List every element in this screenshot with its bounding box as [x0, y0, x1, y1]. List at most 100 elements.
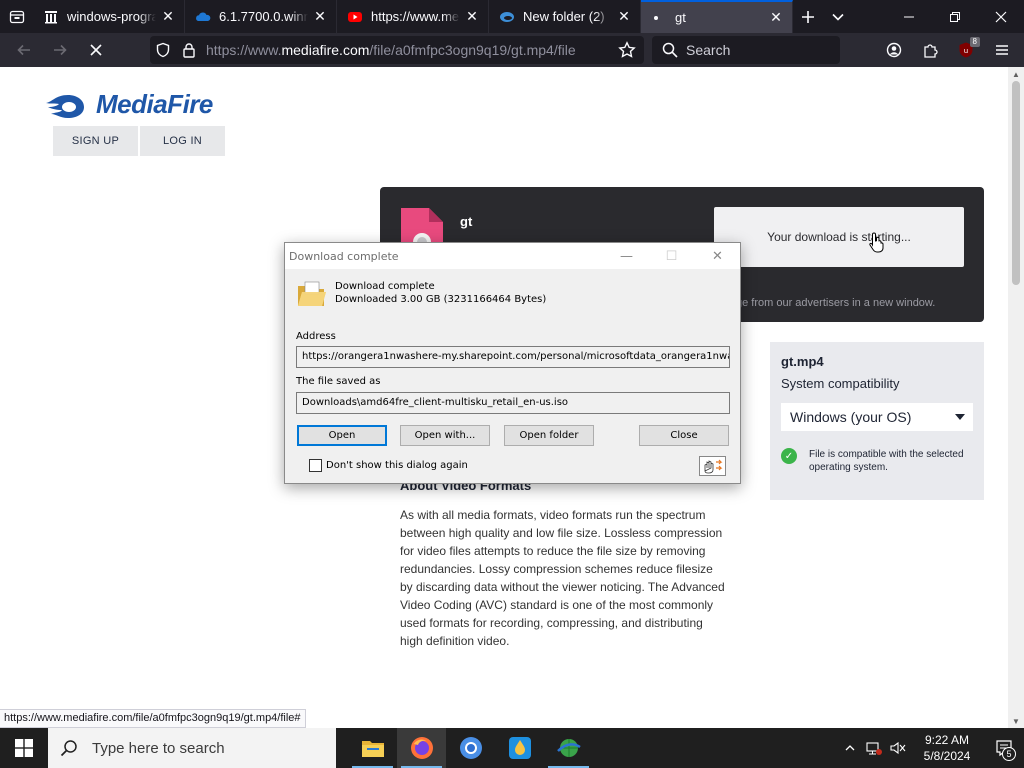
network-disconnected-icon	[866, 742, 882, 755]
back-button[interactable]	[6, 33, 42, 67]
taskbar-search[interactable]: Type here to search	[48, 728, 336, 768]
dont-show-again-checkbox[interactable]: Don't show this dialog again	[309, 459, 468, 472]
tab-title: 6.1.7700.0.winmain	[219, 9, 308, 24]
compat-message: File is compatible with the selected ope…	[809, 449, 964, 473]
tab-onedrive[interactable]: 6.1.7700.0.winmain ✕	[185, 0, 337, 33]
firefox-view-button[interactable]	[0, 0, 33, 33]
flame-logo-icon	[46, 94, 84, 118]
tab-title: New folder (2)	[523, 9, 605, 24]
log-in-button[interactable]: LOG IN	[140, 126, 225, 156]
taskbar-internet-download-manager[interactable]	[544, 728, 593, 768]
forward-button[interactable]	[42, 33, 78, 67]
open-with-button[interactable]: Open with...	[400, 425, 490, 446]
taskbar-firefox[interactable]	[397, 728, 446, 768]
search-bar[interactable]: Search	[652, 36, 840, 64]
tab-new-folder[interactable]: New folder (2) ✕	[489, 0, 641, 33]
file-name: gt	[460, 214, 473, 229]
list-all-tabs-button[interactable]	[823, 0, 853, 33]
show-hidden-icons-button[interactable]	[838, 728, 862, 768]
archive-icon	[43, 9, 59, 25]
close-tab-icon[interactable]: ✕	[312, 8, 328, 25]
firefox-icon	[410, 737, 433, 759]
download-complete-dialog: Download complete — ☐ ✕ Download complet…	[284, 242, 741, 484]
clock-time: 9:22 AM	[924, 733, 970, 747]
bookmark-star-icon[interactable]	[610, 41, 644, 59]
scroll-up-icon[interactable]: ▲	[1008, 67, 1024, 81]
url-text[interactable]: https://www.mediafire.com/file/a0fmfpc3o…	[206, 42, 610, 58]
windows-logo-icon	[15, 739, 33, 757]
saved-as-field[interactable]: Downloads\amd64fre_client-multisku_retai…	[296, 392, 730, 414]
taskbar-clock[interactable]: 9:22 AM 5/8/2024	[910, 732, 984, 764]
lock-icon[interactable]	[176, 42, 202, 58]
close-tab-icon[interactable]: ✕	[768, 9, 784, 26]
dialog-maximize-button[interactable]: ☐	[649, 243, 694, 269]
minimize-button[interactable]	[886, 0, 932, 33]
tab-mediafire-youtube[interactable]: https://www.mediafire.com ✕	[337, 0, 489, 33]
address-field[interactable]: https://orangera1nwashere-my.sharepoint.…	[296, 346, 730, 368]
minimize-icon	[904, 16, 914, 17]
restore-button[interactable]	[932, 0, 978, 33]
chevron-up-icon	[845, 745, 855, 751]
account-button[interactable]	[876, 33, 912, 67]
dialog-close-button[interactable]: ✕	[695, 243, 740, 269]
system-tray: 9:22 AM 5/8/2024 5	[838, 728, 1024, 768]
status-url-tooltip: https://www.mediafire.com/file/a0fmfpc3o…	[0, 709, 306, 728]
taskbar-file-explorer[interactable]	[348, 728, 397, 768]
scroll-thumb[interactable]	[1012, 81, 1020, 285]
ublock-button[interactable]: u 8	[948, 33, 984, 67]
notification-count: 5	[1002, 747, 1016, 761]
close-tab-icon[interactable]: ✕	[160, 8, 176, 25]
extensions-button[interactable]	[912, 33, 948, 67]
compat-heading: System compatibility	[781, 376, 900, 391]
tab-title: gt	[675, 10, 686, 25]
sign-up-button[interactable]: SIGN UP	[53, 126, 138, 156]
download-status-button[interactable]: Your download is starting...	[714, 207, 964, 267]
arrow-left-icon	[17, 44, 30, 56]
taskbar-app-drop[interactable]	[495, 728, 544, 768]
close-tab-icon[interactable]: ✕	[616, 8, 632, 25]
dialog-titlebar[interactable]: Download complete — ☐ ✕	[285, 243, 740, 269]
search-placeholder: Search	[686, 42, 731, 58]
taskbar-chrome-like[interactable]	[446, 728, 495, 768]
arrow-right-icon	[54, 44, 67, 56]
menu-button[interactable]	[984, 33, 1020, 67]
hand-arrow-icon	[704, 459, 722, 474]
close-button[interactable]: Close	[639, 425, 729, 446]
shield-icon[interactable]	[150, 42, 176, 58]
check-circle-icon: ✓	[781, 448, 797, 464]
youtube-icon	[347, 9, 363, 25]
caret-down-icon	[955, 414, 965, 420]
checkbox-box[interactable]	[309, 459, 322, 472]
close-tab-icon[interactable]: ✕	[464, 8, 480, 25]
dialog-minimize-button[interactable]: —	[604, 243, 649, 269]
scroll-down-icon[interactable]: ▼	[1008, 714, 1024, 728]
address-label: Address	[296, 331, 336, 342]
onedrive-icon	[195, 9, 211, 25]
mediafire-logo[interactable]: MediaFire	[44, 89, 213, 120]
download-manager-globe-icon	[556, 739, 581, 757]
tab-title: https://www.mediafire.com	[371, 9, 460, 24]
compat-file-name: gt.mp4	[781, 354, 824, 369]
close-window-button[interactable]	[978, 0, 1024, 33]
close-icon	[995, 11, 1007, 22]
checkbox-label: Don't show this dialog again	[326, 460, 468, 471]
clock-date: 5/8/2024	[923, 749, 971, 763]
os-select[interactable]: Windows (your OS)	[781, 403, 973, 431]
puzzle-icon	[924, 44, 938, 58]
water-drop-app-icon	[508, 737, 531, 759]
drag-drop-helper-button[interactable]	[699, 456, 726, 476]
page-scrollbar[interactable]: ▲ ▼	[1008, 67, 1024, 728]
network-button[interactable]	[862, 728, 886, 768]
action-center-button[interactable]: 5	[984, 728, 1024, 768]
tab-windows-programs[interactable]: windows-programs ✕	[33, 0, 185, 33]
open-button[interactable]: Open	[297, 425, 387, 446]
url-bar[interactable]: https://www.mediafire.com/file/a0fmfpc3o…	[150, 36, 644, 64]
stop-loading-button[interactable]	[78, 33, 114, 67]
file-explorer-icon	[361, 741, 384, 757]
tab-gt[interactable]: gt ✕	[641, 0, 793, 33]
open-folder-button[interactable]: Open folder	[504, 425, 594, 446]
volume-button[interactable]	[886, 728, 910, 768]
new-tab-button[interactable]	[793, 0, 823, 33]
plus-icon	[802, 10, 814, 23]
start-button[interactable]	[0, 728, 48, 768]
